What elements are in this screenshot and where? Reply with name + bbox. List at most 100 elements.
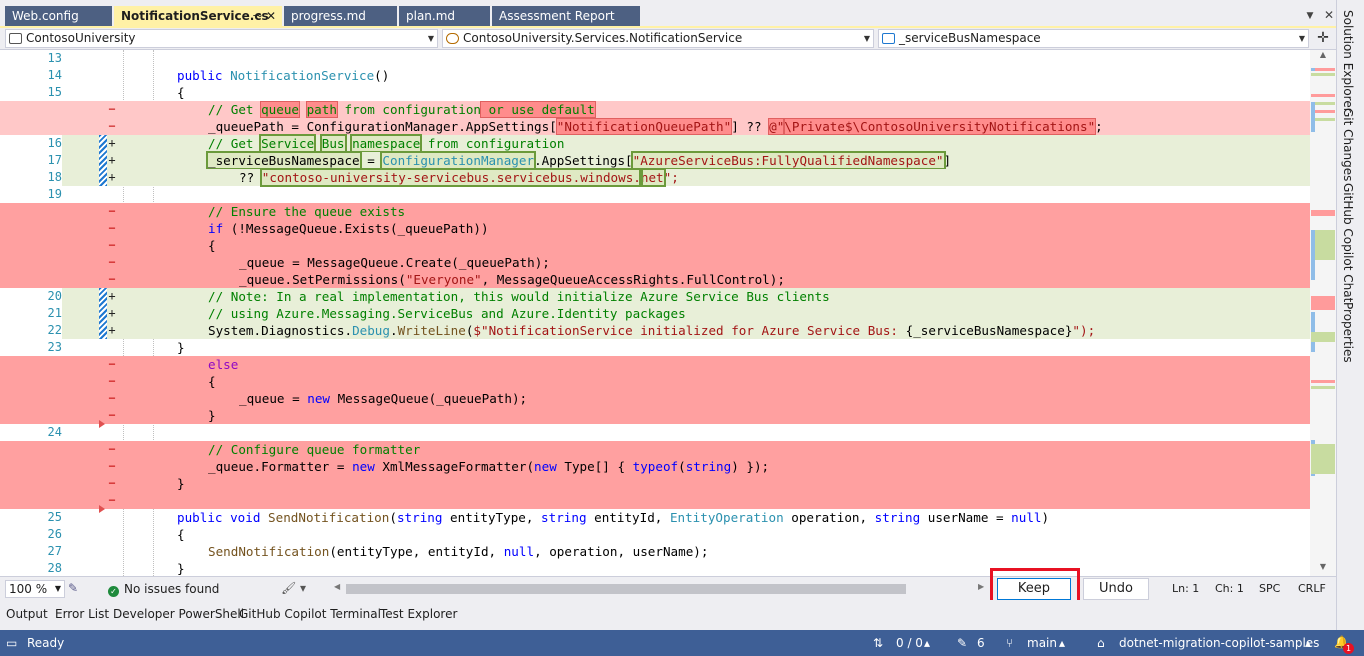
deleted-line: − { <box>0 237 1310 254</box>
pin-icon[interactable]: ⊸ <box>253 6 262 26</box>
deleted-line: − _queue.SetPermissions("Everyone", Mess… <box>0 271 1310 288</box>
split-editor-icon[interactable]: ✛ <box>1313 29 1333 48</box>
code-text: } <box>177 476 185 491</box>
diff-marker: − <box>108 459 116 473</box>
scroll-thumb[interactable] <box>346 584 906 594</box>
issues-text: No issues found <box>124 582 220 596</box>
branch-name[interactable]: main <box>1027 635 1057 651</box>
deleted-line: − // Get queue path from configuration o… <box>0 101 1310 118</box>
code-text: } <box>177 340 185 355</box>
deleted-line: − if (!MessageQueue.Exists(_queuePath)) <box>0 220 1310 237</box>
zoom-dropdown[interactable]: 100 % ▼ <box>5 580 65 598</box>
tab-overflow-icon[interactable]: ▼ <box>1302 8 1318 24</box>
diff-marker: − <box>108 476 116 490</box>
added-line: 18 + ?? "contoso-university-servicebus.s… <box>0 168 1310 187</box>
line-ending-indicator[interactable]: CRLF <box>1298 581 1326 597</box>
code-text: _queue = new MessageQueue(_queuePath); <box>239 391 528 406</box>
added-line: 22 + System.Diagnostics.Debug.WriteLine(… <box>0 322 1310 339</box>
tab-notification-service[interactable]: NotificationService.cs ⊸ ✕ <box>114 6 282 28</box>
line-number: 13 <box>0 50 62 67</box>
solution-explorer-tab[interactable]: Solution Explorer <box>1341 10 1355 113</box>
diff-marker: + <box>108 136 116 150</box>
diff-marker: − <box>108 255 116 269</box>
overview-mark <box>1311 94 1335 97</box>
whitespace-indicator[interactable]: SPC <box>1259 581 1280 597</box>
visual-studio-window: Web.config NotificationService.cs ⊸ ✕ pr… <box>0 0 1364 656</box>
tab-label: Web.config <box>12 9 79 23</box>
status-text: Ready <box>27 636 65 650</box>
tab-plan-md[interactable]: plan.md <box>399 6 490 26</box>
project-name: ContosoUniversity <box>26 31 136 45</box>
test-explorer-tab[interactable]: Test Explorer <box>380 606 457 622</box>
tab-assessment-report[interactable]: Assessment Report <box>492 6 640 26</box>
code-text: } <box>177 561 185 576</box>
chevron-down-icon: ▼ <box>427 34 434 43</box>
code-text: public NotificationService() <box>177 68 390 83</box>
code-text: public void SendNotification(string enti… <box>177 510 1050 525</box>
code-text: System.Diagnostics.Debug.WriteLine($"Not… <box>208 323 1096 338</box>
tab-web-config[interactable]: Web.config <box>5 6 112 26</box>
code-line: 25 public void SendNotification(string e… <box>0 509 1310 526</box>
chevron-down-icon: ▼ <box>1298 34 1305 43</box>
tab-progress-md[interactable]: progress.md <box>284 6 397 26</box>
project-icon <box>9 33 22 44</box>
chevron-down-icon: ▼ <box>54 584 61 593</box>
deleted-line: − else <box>0 356 1310 373</box>
git-changes-tab[interactable]: Git Changes <box>1341 108 1355 181</box>
horizontal-scrollbar[interactable]: ◀ ▶ <box>334 582 989 596</box>
line-number: 16 <box>0 135 62 152</box>
scroll-down-icon[interactable]: ▼ <box>1310 562 1336 574</box>
line-indicator[interactable]: Ln: 1 <box>1172 581 1199 597</box>
copilot-chat-tab[interactable]: GitHub Copilot Chat <box>1341 183 1355 302</box>
scroll-up-icon[interactable]: ▲ <box>1310 50 1336 62</box>
scroll-left-icon[interactable]: ◀ <box>334 582 340 591</box>
code-text: // Ensure the queue exists <box>208 204 406 219</box>
line-number: 25 <box>0 509 62 526</box>
deleted-line: − _queuePath = ConfigurationManager.AppS… <box>0 118 1310 135</box>
copilot-terminal-tab[interactable]: GitHub Copilot Terminal <box>239 606 381 622</box>
scroll-right-icon[interactable]: ▶ <box>978 582 984 591</box>
overview-mark <box>1311 210 1335 216</box>
pen-icon[interactable]: ✎ <box>68 581 78 595</box>
overview-mark <box>1311 444 1335 474</box>
type-dropdown[interactable]: ContosoUniversity.Services.NotificationS… <box>442 29 874 48</box>
issues-indicator[interactable]: ✓ No issues found <box>108 580 219 598</box>
code-text: SendNotification(entityType, entityId, n… <box>208 544 709 559</box>
overview-mark <box>1311 68 1315 71</box>
keep-button[interactable]: Keep <box>997 578 1071 600</box>
tab-label: plan.md <box>406 9 456 23</box>
error-list-tab[interactable]: Error List <box>55 606 109 622</box>
code-text: // Configure queue formatter <box>208 442 421 457</box>
close-window-icon[interactable]: ✕ <box>1322 7 1336 23</box>
diff-marker: − <box>108 374 116 388</box>
repo-name[interactable]: dotnet-migration-copilot-samples <box>1119 635 1319 651</box>
properties-tab[interactable]: Properties <box>1341 302 1355 363</box>
code-text: ?? "contoso-university-servicebus.servic… <box>239 168 679 187</box>
code-editor[interactable]: 13 14 public NotificationService() 15 { … <box>0 50 1310 576</box>
project-dropdown[interactable]: ContosoUniversity ▼ <box>5 29 438 48</box>
code-cleanup-icon[interactable]: 🖌 ▾ <box>281 581 306 595</box>
developer-powershell-tab[interactable]: Developer PowerShell <box>113 606 244 622</box>
line-number: 19 <box>0 186 62 203</box>
type-name: ContosoUniversity.Services.NotificationS… <box>463 31 743 45</box>
code-text: _queuePath = ConfigurationManager.AppSet… <box>208 118 1103 135</box>
overview-mark <box>1311 102 1315 132</box>
added-line: 16 + // Get Service Bus namespace from c… <box>0 134 1310 153</box>
member-name: _serviceBusNamespace <box>899 31 1041 45</box>
editor-status-bar: 100 % ▼ ✎ ✓ No issues found 🖌 ▾ ◀ ▶ Keep … <box>0 568 1336 609</box>
column-indicator[interactable]: Ch: 1 <box>1215 581 1244 597</box>
output-tab[interactable]: Output <box>6 606 48 622</box>
line-number: 18 <box>0 169 62 186</box>
added-line: 17 + _serviceBusNamespace = Configuratio… <box>0 151 1310 170</box>
changes-count[interactable]: 6 <box>977 635 985 651</box>
status-bar: ▭ Ready ⇅ 0 / 0 ▴ ✎ 6 ⑂ main ▴ ⌂ dotnet-… <box>0 630 1364 656</box>
diff-marker: + <box>108 170 116 184</box>
close-icon[interactable]: ✕ <box>266 6 276 26</box>
vertical-scrollbar[interactable] <box>1310 50 1336 576</box>
line-number: 28 <box>0 560 62 576</box>
undo-button[interactable]: Undo <box>1083 578 1149 600</box>
line-number: 22 <box>0 322 62 339</box>
document-tab-strip: Web.config NotificationService.cs ⊸ ✕ pr… <box>0 0 1336 28</box>
commits-indicator[interactable]: 0 / 0 <box>896 635 923 651</box>
member-dropdown[interactable]: _serviceBusNamespace ▼ <box>878 29 1309 48</box>
